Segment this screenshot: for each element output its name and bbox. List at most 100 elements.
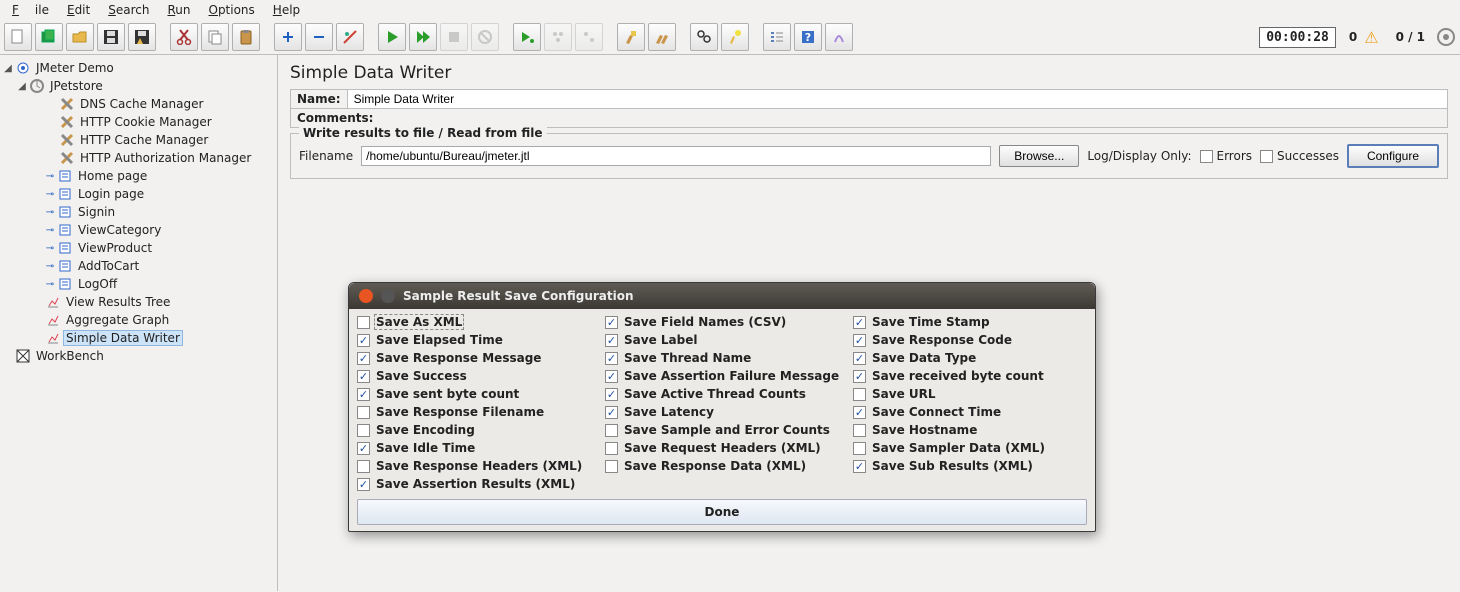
tree-root[interactable]: ◢ JMeter Demo bbox=[2, 59, 275, 77]
start-remote-all-button[interactable] bbox=[544, 23, 572, 51]
save-option-checkbox[interactable]: Save Latency bbox=[605, 405, 853, 419]
tree-node-icon bbox=[57, 204, 73, 220]
menu-options[interactable]: Options bbox=[200, 1, 262, 19]
start-remote-button[interactable] bbox=[513, 23, 541, 51]
collapse-button[interactable] bbox=[305, 23, 333, 51]
tree-threadgroup[interactable]: ◢ JPetstore bbox=[2, 77, 275, 95]
tree-item[interactable]: ⊸ViewProduct bbox=[2, 239, 275, 257]
tree-item[interactable]: HTTP Cookie Manager bbox=[2, 113, 275, 131]
paste-button[interactable] bbox=[232, 23, 260, 51]
shutdown-button[interactable] bbox=[471, 23, 499, 51]
expand-button[interactable] bbox=[274, 23, 302, 51]
help-button[interactable]: ? bbox=[794, 23, 822, 51]
clear-all-button[interactable] bbox=[648, 23, 676, 51]
dialog-title: Sample Result Save Configuration bbox=[403, 289, 634, 303]
save-option-checkbox[interactable]: Save Request Headers (XML) bbox=[605, 441, 853, 455]
name-input[interactable] bbox=[347, 90, 1447, 108]
save-config-dialog: Sample Result Save Configuration Save As… bbox=[348, 282, 1096, 532]
reset-search-button[interactable] bbox=[721, 23, 749, 51]
logonly-label: Log/Display Only: bbox=[1087, 149, 1191, 163]
save-option-checkbox[interactable]: Save Hostname bbox=[853, 423, 1087, 437]
cut-button[interactable] bbox=[170, 23, 198, 51]
tree-node-icon bbox=[45, 330, 61, 346]
templates-button[interactable] bbox=[35, 23, 63, 51]
menu-edit[interactable]: Edit bbox=[59, 1, 98, 19]
tree-item[interactable]: HTTP Cache Manager bbox=[2, 131, 275, 149]
save-option-checkbox[interactable]: Save Thread Name bbox=[605, 351, 853, 365]
tree-item[interactable]: Aggregate Graph bbox=[2, 311, 275, 329]
tree-item[interactable]: ⊸LogOff bbox=[2, 275, 275, 293]
open-button[interactable] bbox=[66, 23, 94, 51]
tree-item[interactable]: ⊸Login page bbox=[2, 185, 275, 203]
save-option-checkbox[interactable]: Save Sample and Error Counts bbox=[605, 423, 853, 437]
save-option-checkbox[interactable]: Save Sampler Data (XML) bbox=[853, 441, 1087, 455]
function-helper-button[interactable] bbox=[763, 23, 791, 51]
toolbar: ? 00:00:28 0 ⚠ 0 / 1 bbox=[0, 20, 1460, 55]
start-no-pause-button[interactable] bbox=[409, 23, 437, 51]
save-option-checkbox[interactable]: Save Active Thread Counts bbox=[605, 387, 853, 401]
save-option-checkbox[interactable]: Save Assertion Results (XML) bbox=[357, 477, 605, 491]
save-option-checkbox[interactable]: Save Elapsed Time bbox=[357, 333, 605, 347]
copy-button[interactable] bbox=[201, 23, 229, 51]
save-option-checkbox[interactable]: Save Field Names (CSV) bbox=[605, 315, 853, 329]
menu-search[interactable]: Search bbox=[100, 1, 157, 19]
browse-button[interactable]: Browse... bbox=[999, 145, 1079, 167]
save-as-button[interactable] bbox=[128, 23, 156, 51]
save-option-checkbox[interactable]: Save Response Message bbox=[357, 351, 605, 365]
errors-checkbox[interactable]: Errors bbox=[1200, 149, 1253, 163]
save-option-checkbox[interactable]: Save sent byte count bbox=[357, 387, 605, 401]
about-button[interactable] bbox=[825, 23, 853, 51]
save-option-checkbox[interactable]: Save Time Stamp bbox=[853, 315, 1087, 329]
minimize-icon[interactable] bbox=[381, 289, 395, 303]
stop-remote-button[interactable] bbox=[575, 23, 603, 51]
tree-item[interactable]: ⊸AddToCart bbox=[2, 257, 275, 275]
tree-item[interactable]: Simple Data Writer bbox=[2, 329, 275, 347]
save-option-checkbox[interactable]: Save received byte count bbox=[853, 369, 1087, 383]
successes-checkbox[interactable]: Successes bbox=[1260, 149, 1339, 163]
tree-node-icon bbox=[57, 186, 73, 202]
tree-item[interactable]: DNS Cache Manager bbox=[2, 95, 275, 113]
clear-button[interactable] bbox=[617, 23, 645, 51]
tree-workbench[interactable]: WorkBench bbox=[2, 347, 275, 365]
save-option-checkbox[interactable]: Save Data Type bbox=[853, 351, 1087, 365]
stop-button[interactable] bbox=[440, 23, 468, 51]
tree-item[interactable]: ⊸ViewCategory bbox=[2, 221, 275, 239]
tree-node-icon bbox=[57, 258, 73, 274]
menu-file[interactable]: File bbox=[4, 1, 57, 19]
save-option-checkbox[interactable]: Save Response Code bbox=[853, 333, 1087, 347]
save-option-checkbox[interactable]: Save Encoding bbox=[357, 423, 605, 437]
tree-node-icon bbox=[57, 240, 73, 256]
menu-help[interactable]: Help bbox=[265, 1, 308, 19]
tree-node-icon bbox=[57, 168, 73, 184]
tree-item[interactable]: ⊸Signin bbox=[2, 203, 275, 221]
save-option-checkbox[interactable]: Save Success bbox=[357, 369, 605, 383]
new-button[interactable] bbox=[4, 23, 32, 51]
close-icon[interactable] bbox=[359, 289, 373, 303]
done-button[interactable]: Done bbox=[357, 499, 1087, 525]
test-plan-tree[interactable]: ◢ JMeter Demo ◢ JPetstore DNS Cache Mana… bbox=[0, 55, 278, 591]
save-option-checkbox[interactable]: Save Label bbox=[605, 333, 853, 347]
save-option-checkbox[interactable]: Save Response Headers (XML) bbox=[357, 459, 605, 473]
save-option-checkbox[interactable]: Save As XML bbox=[357, 315, 605, 329]
save-option-checkbox[interactable]: Save Assertion Failure Message bbox=[605, 369, 853, 383]
save-option-checkbox[interactable]: Save Sub Results (XML) bbox=[853, 459, 1087, 473]
save-option-checkbox[interactable]: Save Response Filename bbox=[357, 405, 605, 419]
menu-run[interactable]: Run bbox=[159, 1, 198, 19]
start-button[interactable] bbox=[378, 23, 406, 51]
save-option-checkbox[interactable]: Save URL bbox=[853, 387, 1087, 401]
save-option-checkbox[interactable]: Save Idle Time bbox=[357, 441, 605, 455]
workbench-icon bbox=[15, 348, 31, 364]
tree-item[interactable]: HTTP Authorization Manager bbox=[2, 149, 275, 167]
filename-input[interactable] bbox=[361, 146, 991, 166]
search-button[interactable] bbox=[690, 23, 718, 51]
tree-item[interactable]: View Results Tree bbox=[2, 293, 275, 311]
save-option-checkbox[interactable]: Save Connect Time bbox=[853, 405, 1087, 419]
configure-button[interactable]: Configure bbox=[1347, 144, 1439, 168]
comments-label: Comments: bbox=[297, 111, 373, 125]
tree-node-icon bbox=[59, 150, 75, 166]
save-button[interactable] bbox=[97, 23, 125, 51]
save-option-checkbox[interactable]: Save Response Data (XML) bbox=[605, 459, 853, 473]
dialog-titlebar[interactable]: Sample Result Save Configuration bbox=[349, 283, 1095, 309]
tree-item[interactable]: ⊸Home page bbox=[2, 167, 275, 185]
toggle-button[interactable] bbox=[336, 23, 364, 51]
